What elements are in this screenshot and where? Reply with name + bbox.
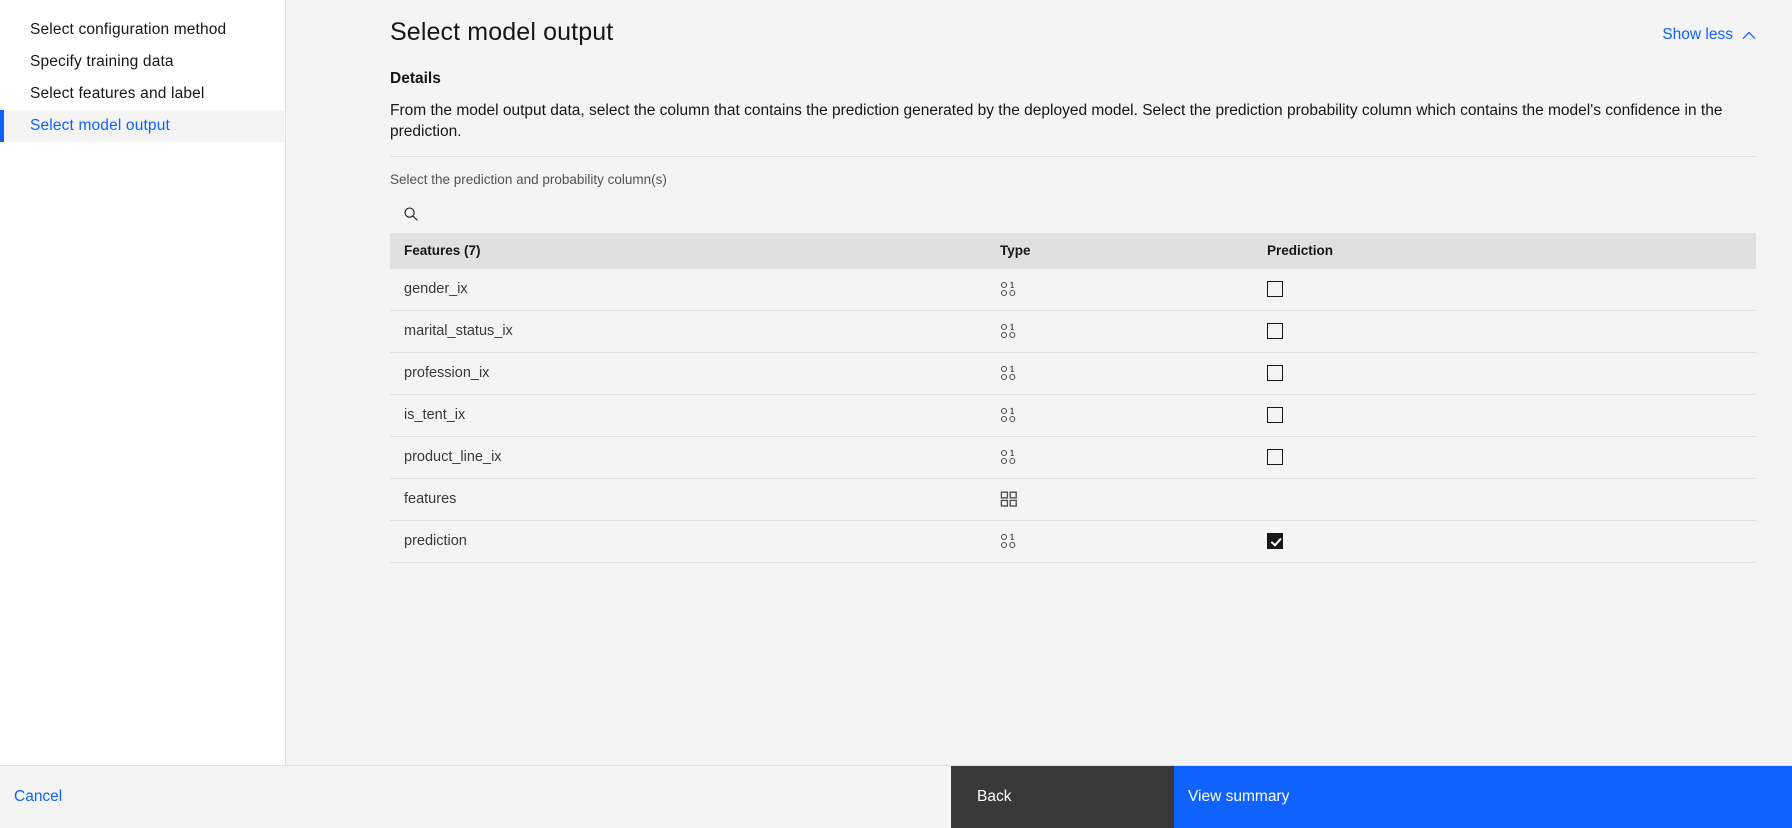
wizard-page: Select configuration method Specify trai… [0,0,1792,828]
prediction-checkbox[interactable] [1267,281,1283,298]
prediction-cell [1262,281,1756,298]
table-row[interactable]: prediction [390,520,1756,563]
wizard-sidebar: Select configuration method Specify trai… [0,0,286,765]
feature-name: gender_ix [404,281,468,298]
prediction-checkbox[interactable] [1267,365,1283,382]
prediction-cell [1262,365,1756,382]
prediction-checkbox[interactable] [1267,407,1283,424]
array-type-icon [1000,490,1262,508]
section-divider [390,155,1756,157]
feature-name: product_line_ix [404,449,502,466]
features-table: Features (7) Type Prediction gender_ix m… [390,232,1756,563]
back-button[interactable]: Back [951,766,1174,828]
column-header-type[interactable]: Type [1000,243,1262,258]
show-less-label: Show less [1662,26,1733,43]
feature-name: features [404,491,457,508]
feature-name: is_tent_ix [404,407,466,424]
table-row[interactable]: marital_status_ix [390,310,1756,353]
prediction-checkbox[interactable] [1267,449,1283,466]
column-header-features[interactable]: Features (7) [390,243,1000,258]
binary-type-icon [1000,364,1262,382]
sidebar-item-label: Select model output [30,117,170,134]
table-row[interactable]: features [390,478,1756,521]
details-text: From the model output data, select the c… [390,102,1723,140]
column-header-prediction[interactable]: Prediction [1262,243,1756,258]
prediction-checkbox[interactable] [1267,533,1283,550]
search-input[interactable] [432,194,1756,233]
table-row[interactable]: product_line_ix [390,436,1756,479]
binary-type-icon [1000,406,1262,424]
sidebar-item-label: Select configuration method [30,21,227,38]
binary-type-icon [1000,532,1262,550]
binary-type-icon [1000,280,1262,298]
details-heading: Details [390,70,441,87]
view-summary-button[interactable]: View summary [1174,766,1792,828]
table-header-row: Features (7) Type Prediction [390,232,1756,269]
prediction-cell [1262,449,1756,466]
prediction-checkbox[interactable] [1267,323,1283,340]
feature-name: profession_ix [404,365,490,382]
binary-type-icon [1000,448,1262,466]
prediction-cell [1262,533,1756,550]
page-body: Select configuration method Specify trai… [0,0,1792,765]
page-header: Select model output Show less [304,0,1770,47]
search-bar [390,194,1756,233]
table-row[interactable]: is_tent_ix [390,394,1756,437]
chevron-up-icon [1742,31,1756,40]
prediction-cell [1262,323,1756,340]
prediction-cell [1262,407,1756,424]
page-title: Select model output [390,18,614,46]
binary-type-icon [1000,322,1262,340]
table-row[interactable]: profession_ix [390,352,1756,395]
feature-name: marital_status_ix [404,323,513,340]
main-content: Select model output Show less Details Fr… [286,0,1792,765]
cancel-button[interactable]: Cancel [0,766,951,828]
sidebar-item-label: Specify training data [30,53,174,70]
sidebar-item-specify-training-data[interactable]: Specify training data [0,46,285,78]
sidebar-item-label: Select features and label [30,85,205,102]
sidebar-item-select-model-output[interactable]: Select model output [0,110,285,142]
search-icon[interactable] [390,195,432,233]
feature-name: prediction [404,533,467,550]
sidebar-item-select-configuration-method[interactable]: Select configuration method [0,14,285,46]
table-row[interactable]: gender_ix [390,268,1756,311]
show-less-toggle[interactable]: Show less [1662,26,1756,44]
wizard-action-bar: Cancel Back View summary [0,765,1792,828]
sidebar-item-select-features-and-label[interactable]: Select features and label [0,78,285,110]
selection-hint: Select the prediction and probability co… [390,171,667,187]
